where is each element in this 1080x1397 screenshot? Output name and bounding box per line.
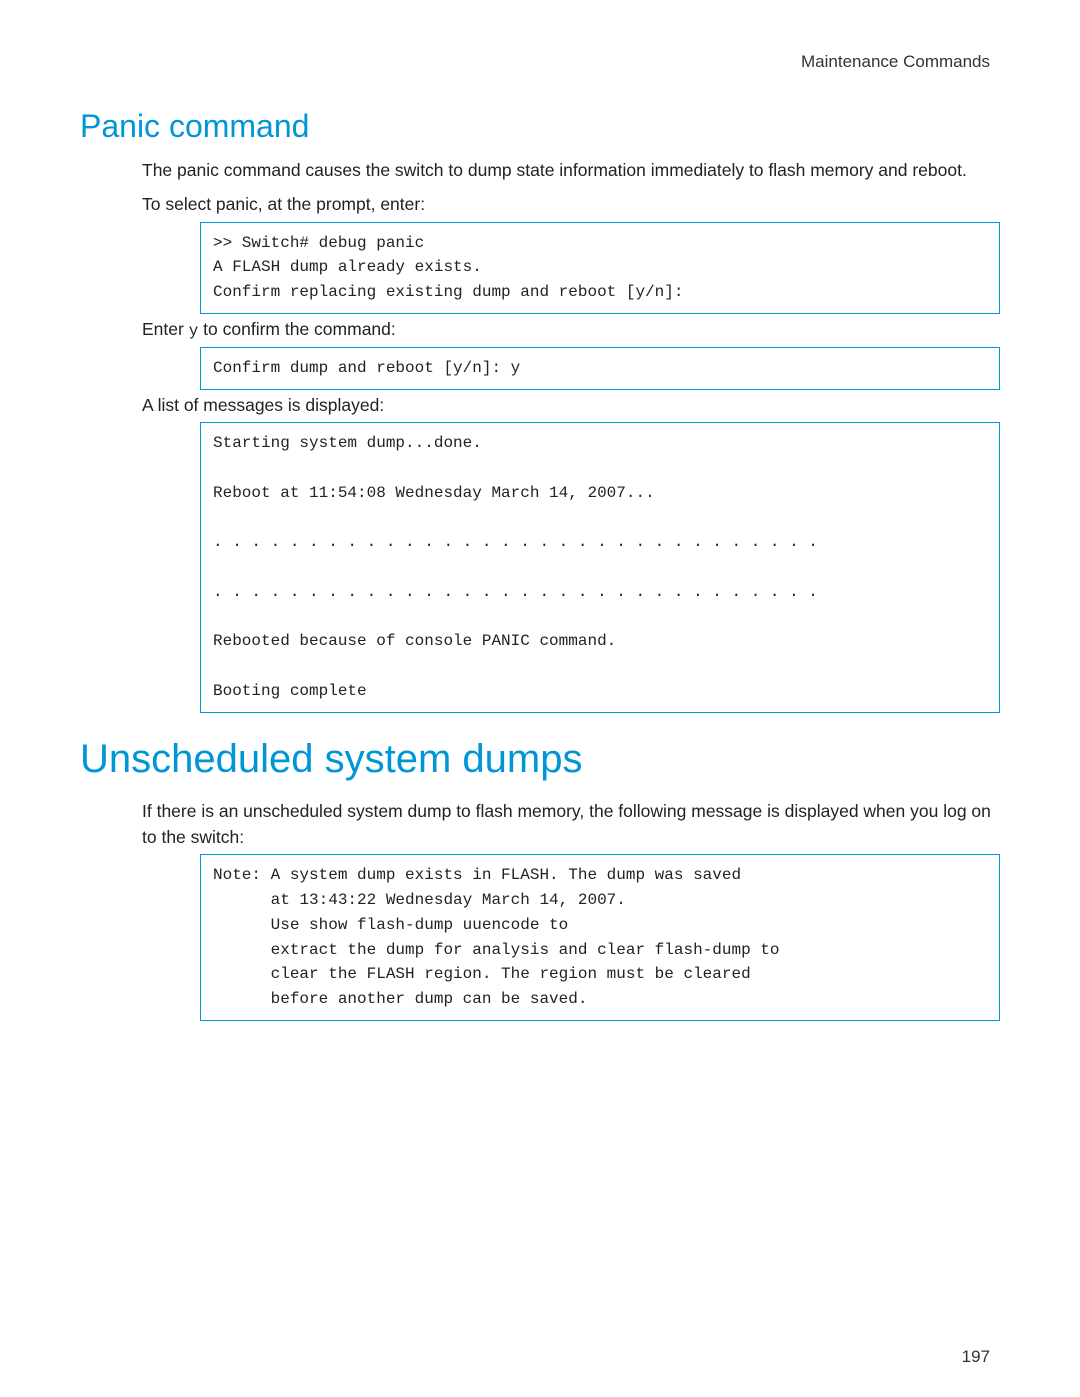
panic-list-text: A list of messages is displayed: <box>142 392 1000 418</box>
unscheduled-heading: Unscheduled system dumps <box>80 737 1000 782</box>
panic-heading: Panic command <box>80 108 1000 145</box>
panic-intro: The panic command causes the switch to d… <box>142 157 1000 183</box>
unscheduled-intro: If there is an unscheduled system dump t… <box>142 798 1000 851</box>
panic-select-prompt: To select panic, at the prompt, enter: <box>142 191 1000 217</box>
enter-pre: Enter <box>142 319 189 339</box>
panic-code-block-3: Starting system dump...done. Reboot at 1… <box>200 422 1000 713</box>
header-section-label: Maintenance Commands <box>80 52 1000 72</box>
enter-y: y <box>189 322 199 340</box>
page-number: 197 <box>962 1347 990 1367</box>
panic-enter-text: Enter y to confirm the command: <box>142 316 1000 343</box>
panic-code-block-2: Confirm dump and reboot [y/n]: y <box>200 347 1000 390</box>
panic-code-block-1: >> Switch# debug panic A FLASH dump alre… <box>200 222 1000 314</box>
unscheduled-code-block: Note: A system dump exists in FLASH. The… <box>200 854 1000 1021</box>
enter-post: to confirm the command: <box>198 319 395 339</box>
